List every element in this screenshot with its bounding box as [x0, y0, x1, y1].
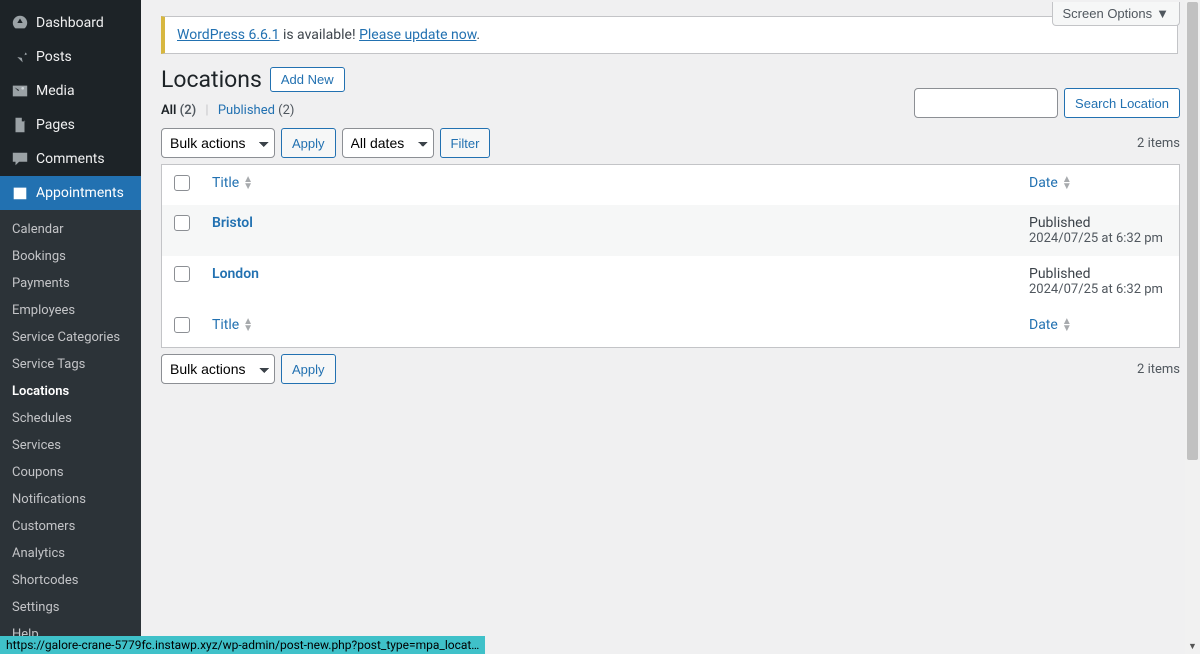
admin-sidebar: Dashboard Posts Media Pages Comments Appointm…: [0, 0, 141, 654]
column-title-header[interactable]: Title▲▼: [212, 175, 253, 191]
submenu-item-notifications[interactable]: Notifications: [0, 486, 141, 513]
row-datetime: 2024/07/25 at 6:32 pm: [1029, 231, 1169, 246]
column-date-footer[interactable]: Date▲▼: [1029, 317, 1072, 333]
calendar-icon: [10, 183, 30, 203]
sidebar-item-label: Posts: [36, 49, 72, 65]
notice-mid-text: is available!: [279, 27, 359, 43]
comment-icon: [10, 149, 30, 169]
items-count-top: 2 items: [1137, 136, 1180, 151]
sort-icon: ▲▼: [1062, 318, 1072, 332]
scroll-down-icon[interactable]: ▼: [1185, 639, 1200, 654]
bulk-apply-top-button[interactable]: Apply: [281, 128, 336, 158]
submenu-item-coupons[interactable]: Coupons: [0, 459, 141, 486]
column-title-footer[interactable]: Title▲▼: [212, 317, 253, 333]
scrollbar-thumb[interactable]: [1187, 2, 1198, 460]
submenu-item-locations[interactable]: Locations: [0, 378, 141, 405]
sidebar-item-appointments[interactable]: Appointments: [0, 176, 141, 210]
submenu-item-customers[interactable]: Customers: [0, 513, 141, 540]
chevron-down-icon: ▼: [1156, 6, 1169, 21]
select-all-checkbox-top[interactable]: [174, 175, 190, 191]
filter-button[interactable]: Filter: [440, 128, 491, 158]
row-status: Published: [1029, 266, 1169, 282]
row-datetime: 2024/07/25 at 6:32 pm: [1029, 282, 1169, 297]
table-row: Bristol Published2024/07/25 at 6:32 pm: [162, 205, 1179, 256]
submenu-item-calendar[interactable]: Calendar: [0, 216, 141, 243]
browser-status-bar: https://galore-crane-5779fc.instawp.xyz/…: [0, 636, 485, 654]
sidebar-item-comments[interactable]: Comments: [0, 142, 141, 176]
submenu-item-service-categories[interactable]: Service Categories: [0, 324, 141, 351]
page-icon: [10, 115, 30, 135]
search-location-button[interactable]: Search Location: [1064, 88, 1180, 118]
screen-options-tab: Screen Options ▼: [1052, 2, 1180, 26]
update-now-link[interactable]: Please update now: [359, 27, 476, 43]
row-checkbox[interactable]: [174, 215, 190, 231]
row-title-link[interactable]: London: [212, 266, 259, 282]
sidebar-item-label: Appointments: [36, 185, 124, 201]
media-icon: [10, 81, 30, 101]
submenu-item-payments[interactable]: Payments: [0, 270, 141, 297]
table-row: London Published2024/07/25 at 6:32 pm: [162, 256, 1179, 307]
submenu: CalendarBookingsPaymentsEmployeesService…: [0, 210, 141, 654]
row-status: Published: [1029, 215, 1169, 231]
sidebar-item-label: Comments: [36, 151, 105, 167]
date-filter-select[interactable]: All dates: [342, 128, 434, 158]
submenu-item-settings[interactable]: Settings: [0, 594, 141, 621]
submenu-item-employees[interactable]: Employees: [0, 297, 141, 324]
search-input[interactable]: [914, 88, 1058, 118]
update-notice: WordPress 6.6.1 is available! Please upd…: [161, 16, 1178, 54]
pin-icon: [10, 47, 30, 67]
sort-icon: ▲▼: [243, 176, 253, 190]
column-date-header[interactable]: Date▲▼: [1029, 175, 1072, 191]
submenu-item-schedules[interactable]: Schedules: [0, 405, 141, 432]
screen-options-label: Screen Options: [1063, 6, 1153, 21]
row-title-link[interactable]: Bristol: [212, 215, 253, 231]
speedometer-icon: [10, 13, 30, 33]
sidebar-item-dashboard[interactable]: Dashboard: [0, 6, 141, 40]
submenu-item-analytics[interactable]: Analytics: [0, 540, 141, 567]
wp-version-link[interactable]: WordPress 6.6.1: [177, 27, 279, 43]
locations-table: Title▲▼ Date▲▼ BristolPublished2024/07/2…: [161, 164, 1180, 348]
vertical-scrollbar[interactable]: ▲ ▼: [1185, 0, 1200, 654]
sidebar-item-label: Media: [36, 83, 75, 99]
submenu-item-shortcodes[interactable]: Shortcodes: [0, 567, 141, 594]
sort-icon: ▲▼: [1062, 176, 1072, 190]
submenu-item-service-tags[interactable]: Service Tags: [0, 351, 141, 378]
bulk-action-select-top[interactable]: Bulk actions: [161, 128, 275, 158]
screen-options-button[interactable]: Screen Options ▼: [1052, 2, 1180, 26]
submenu-item-bookings[interactable]: Bookings: [0, 243, 141, 270]
sidebar-menu: Dashboard Posts Media Pages Comments Appointm…: [0, 0, 141, 654]
sidebar-item-media[interactable]: Media: [0, 74, 141, 108]
sidebar-item-posts[interactable]: Posts: [0, 40, 141, 74]
sidebar-item-label: Pages: [36, 117, 75, 133]
bulk-action-select-bottom[interactable]: Bulk actions: [161, 354, 275, 384]
main-content: Screen Options ▼ WordPress 6.6.1 is avai…: [141, 0, 1200, 654]
sort-icon: ▲▼: [243, 318, 253, 332]
items-count-bottom: 2 items: [1137, 362, 1180, 377]
submenu-item-services[interactable]: Services: [0, 432, 141, 459]
notice-end-text: .: [476, 27, 480, 43]
sidebar-item-pages[interactable]: Pages: [0, 108, 141, 142]
bulk-apply-bottom-button[interactable]: Apply: [281, 354, 336, 384]
row-checkbox[interactable]: [174, 266, 190, 282]
sidebar-item-label: Dashboard: [36, 15, 104, 31]
select-all-checkbox-bottom[interactable]: [174, 317, 190, 333]
